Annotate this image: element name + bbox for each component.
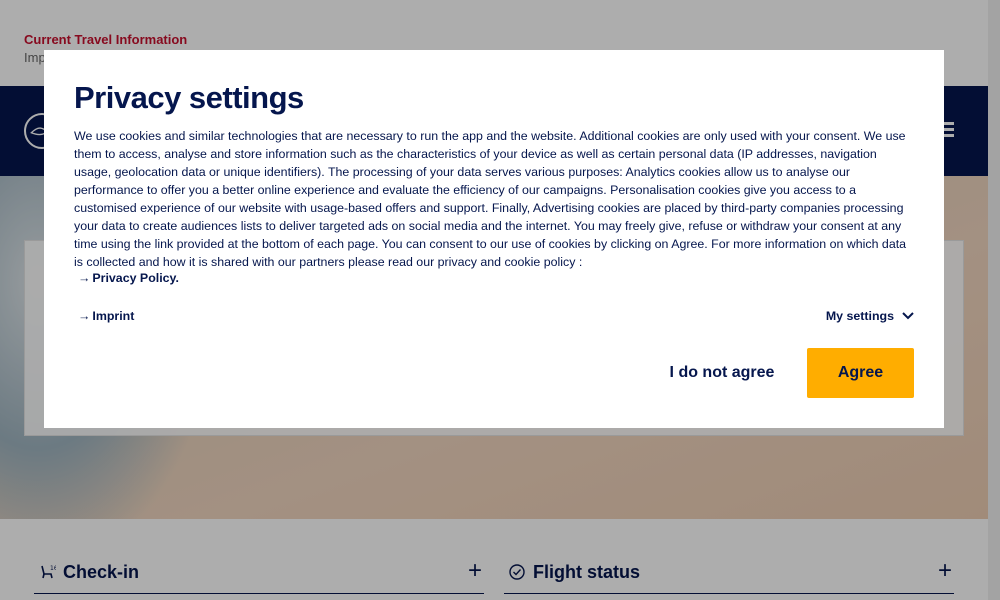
imprint-label: Imprint	[92, 309, 135, 323]
my-settings-label: My settings	[825, 309, 894, 323]
chevron-down-icon	[902, 312, 914, 320]
my-settings-toggle[interactable]: My settings	[826, 309, 914, 323]
privacy-settings-dialog: Privacy settings We use cookies and simi…	[44, 50, 944, 428]
arrow-right-icon: →	[78, 309, 91, 323]
disagree-button[interactable]: I do not agree	[662, 348, 782, 398]
arrow-right-icon: →	[78, 271, 91, 285]
agree-button[interactable]: Agree	[807, 348, 914, 398]
privacy-policy-link[interactable]: → Privacy Policy.	[78, 271, 179, 285]
dialog-body-text: We use cookies and similar technologies …	[74, 129, 907, 269]
privacy-policy-label: Privacy Policy.	[92, 271, 179, 285]
imprint-link[interactable]: → Imprint	[78, 309, 134, 323]
dialog-title: Privacy settings	[74, 80, 304, 115]
